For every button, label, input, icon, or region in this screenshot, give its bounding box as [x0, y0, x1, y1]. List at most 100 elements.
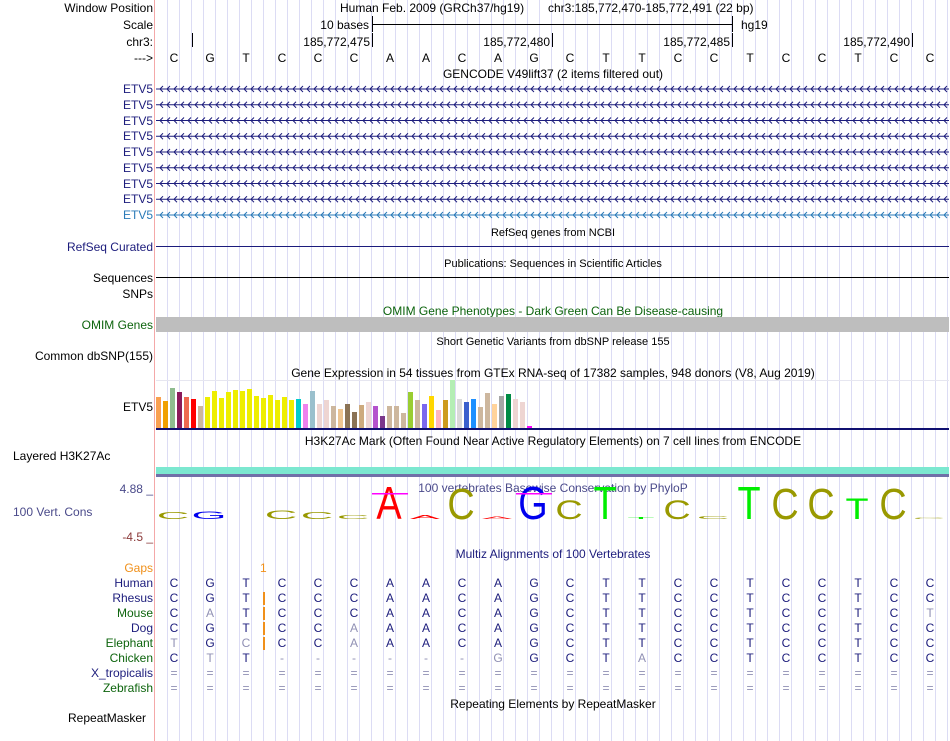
alignment-base: C — [277, 636, 287, 650]
species-label[interactable]: Zebrafish — [103, 681, 153, 695]
alignment-base: C — [925, 651, 935, 665]
insertion-gap-bar — [263, 637, 265, 650]
alignment-base: = — [638, 681, 646, 695]
alignment-base: G — [529, 621, 539, 635]
species-label[interactable]: Chicken — [110, 651, 153, 665]
alignment-base: C — [565, 651, 575, 665]
alignment-base: - — [424, 651, 428, 665]
alignment-base: = — [350, 681, 358, 695]
alignment-base: C — [457, 636, 467, 650]
species-label[interactable]: Mouse — [117, 606, 153, 620]
species-label[interactable]: X_tropicalis — [91, 666, 153, 680]
alignment-base: = — [314, 666, 322, 680]
alignment-base: A — [385, 636, 394, 650]
species-label[interactable]: Dog — [131, 621, 153, 635]
alignment-base: C — [277, 621, 287, 635]
alignment-base: A — [493, 606, 502, 620]
alignment-base: C — [709, 591, 719, 605]
alignment-base: = — [494, 681, 502, 695]
alignment-base: T — [926, 606, 934, 620]
conservation-letter: C — [879, 479, 906, 528]
alignment-base: C — [565, 591, 575, 605]
alignment-base: T — [170, 636, 178, 650]
alignment-base: - — [388, 651, 392, 665]
alignment-base: = — [278, 666, 286, 680]
alignment-base: G — [529, 606, 539, 620]
alignment-base: C — [277, 591, 287, 605]
alignment-base: C — [457, 591, 467, 605]
alignment-base: G — [205, 621, 215, 635]
alignment-base: C — [169, 651, 179, 665]
alignment-base: C — [313, 636, 323, 650]
alignment-base: = — [602, 681, 610, 695]
alignment-base: = — [890, 666, 898, 680]
alignment-base: G — [529, 591, 539, 605]
alignment-base: T — [602, 621, 610, 635]
alignment-base: C — [313, 621, 323, 635]
alignment-base: C — [889, 621, 899, 635]
alignment-base: C — [889, 636, 899, 650]
alignment-base: C — [709, 636, 719, 650]
alignment-base: T — [854, 606, 862, 620]
alignment-base: A — [493, 621, 502, 635]
alignment-base: = — [890, 681, 898, 695]
species-label[interactable]: Human — [114, 576, 153, 590]
alignment-base: C — [169, 621, 179, 635]
conservation-letter: C — [913, 517, 945, 519]
conservation-letter: C — [807, 479, 834, 528]
alignment-base: - — [280, 651, 284, 665]
species-label[interactable]: Elephant — [106, 636, 153, 650]
conservation-letter: A — [410, 514, 441, 521]
alignment-base: A — [493, 576, 502, 590]
alignment-base: G — [529, 651, 539, 665]
alignment-base: C — [925, 576, 935, 590]
conservation-letter: C — [337, 514, 369, 521]
alignment-base: T — [602, 606, 610, 620]
alignment-base: = — [386, 681, 394, 695]
conservation-letter: C — [447, 479, 474, 528]
alignment-base: A — [385, 576, 394, 590]
alignment-base: C — [169, 606, 179, 620]
alignment-base: C — [925, 621, 935, 635]
alignment-base: T — [602, 636, 610, 650]
alignment-base: = — [386, 666, 394, 680]
multiz-track-title[interactable]: Multiz Alignments of 100 Vertebrates — [156, 547, 950, 561]
alignment-base: C — [925, 591, 935, 605]
alignment-base: C — [349, 591, 359, 605]
alignment-base: = — [566, 666, 574, 680]
alignment-base: = — [422, 666, 430, 680]
alignment-base: = — [710, 666, 718, 680]
conservation-letter: A — [482, 515, 513, 519]
alignment-base: = — [530, 666, 538, 680]
conservation-letter: G — [518, 477, 547, 528]
gap-count: 1 — [260, 561, 267, 575]
alignment-base: T — [638, 591, 646, 605]
alignment-base: = — [566, 681, 574, 695]
alignment-base: A — [421, 576, 430, 590]
alignment-base: T — [854, 651, 862, 665]
alignment-base: = — [782, 681, 790, 695]
alignment-base: T — [746, 636, 754, 650]
alignment-base: = — [926, 681, 934, 695]
alignment-base: C — [817, 621, 827, 635]
alignment-base: C — [709, 606, 719, 620]
alignment-base: = — [206, 666, 214, 680]
alignment-base: T — [242, 606, 250, 620]
conservation-overline — [516, 493, 552, 495]
repeatmasker-track-title[interactable]: Repeating Elements by RepeatMasker — [156, 697, 950, 711]
insertion-gap-bar — [263, 622, 265, 635]
alignment-base: A — [349, 621, 358, 635]
alignment-base: T — [242, 576, 250, 590]
repeatmasker-label[interactable]: RepeatMasker — [68, 711, 146, 725]
alignment-base: T — [854, 621, 862, 635]
conservation-letter: T — [627, 517, 654, 520]
alignment-base: A — [385, 606, 394, 620]
alignment-base: = — [638, 666, 646, 680]
species-label[interactable]: Rhesus — [112, 591, 153, 605]
alignment-base: C — [817, 576, 827, 590]
alignment-base: C — [781, 576, 791, 590]
alignment-base: A — [421, 591, 430, 605]
alignment-base: C — [565, 636, 575, 650]
alignment-base: G — [529, 636, 539, 650]
alignment-base: C — [349, 606, 359, 620]
